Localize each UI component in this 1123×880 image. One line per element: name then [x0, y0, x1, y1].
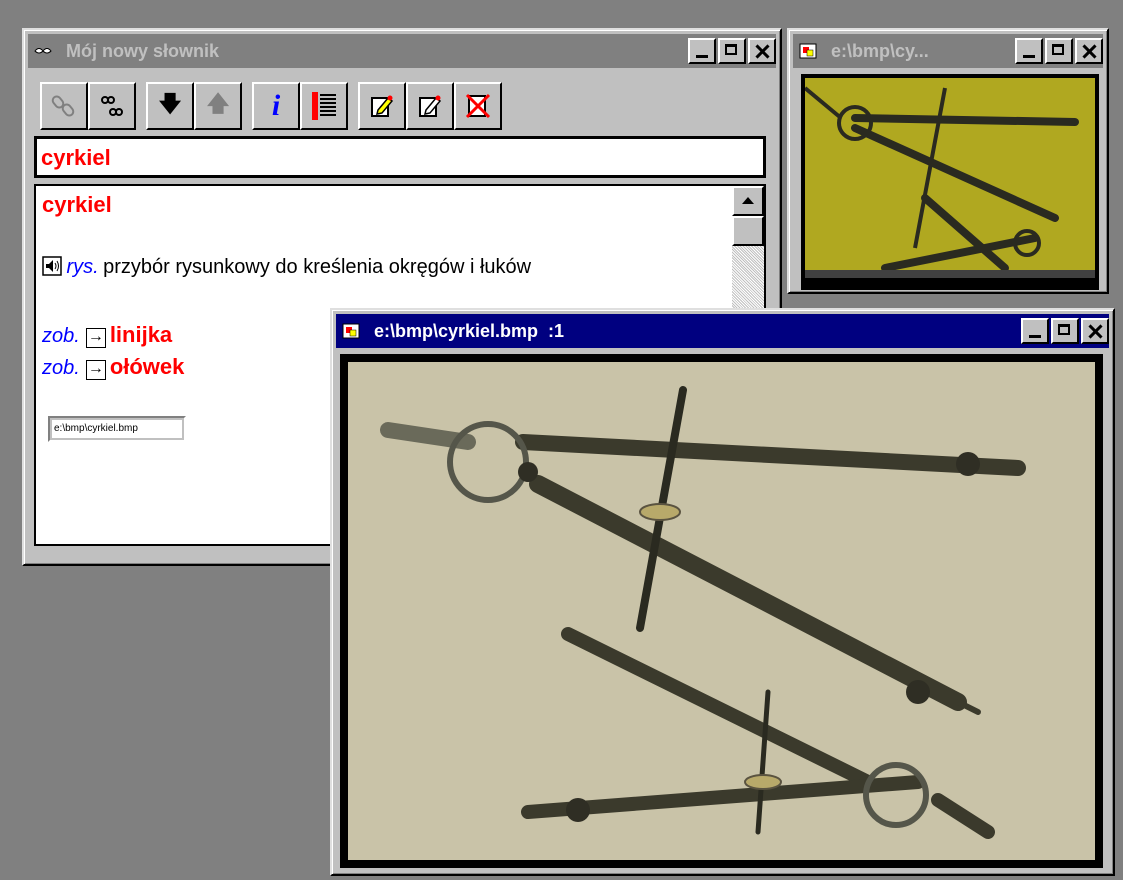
- list-button[interactable]: [300, 82, 348, 130]
- search-input[interactable]: cyrkiel: [34, 136, 766, 178]
- delete-button[interactable]: [454, 82, 502, 130]
- link-arrow-icon[interactable]: →: [85, 327, 106, 348]
- dictionary-toolbar: 🡇 🡅 i: [40, 80, 502, 132]
- next-entry-button[interactable]: 🡇: [146, 82, 194, 130]
- maximize-button[interactable]: [1051, 318, 1079, 344]
- maximize-button[interactable]: [1045, 38, 1073, 64]
- edit-new-icon: [419, 95, 442, 117]
- delete-icon: [465, 93, 491, 119]
- minimize-button[interactable]: [1021, 318, 1049, 344]
- compass-photo: [348, 362, 1095, 860]
- definition-text: przybór rysunkowy do kreślenia okręgów i…: [103, 256, 532, 278]
- link-arrow-icon[interactable]: →: [85, 359, 106, 380]
- thumbnail-image: [801, 74, 1099, 290]
- list-icon: [312, 92, 336, 120]
- bitmap-icon: [799, 43, 817, 59]
- info-icon: i: [271, 89, 281, 122]
- book-icon: [34, 48, 52, 54]
- ref-link-linijka[interactable]: linijka: [110, 322, 172, 347]
- image-titlebar[interactable]: e:\bmp\cyrkiel.bmp :1: [336, 314, 1109, 348]
- thumbnail-title: e:\bmp\cy...: [831, 40, 929, 61]
- entry-headword: cyrkiel: [42, 192, 112, 217]
- close-button[interactable]: [748, 38, 776, 64]
- thumbnail-window: e:\bmp\cy...: [787, 28, 1109, 294]
- dictionary-titlebar[interactable]: Mój nowy słownik: [28, 34, 776, 68]
- previous-entry-button[interactable]: 🡅: [194, 82, 242, 130]
- chain-button[interactable]: [88, 82, 136, 130]
- attachment-label: e:\bmp\cyrkiel.bmp: [52, 420, 182, 438]
- arrow-down-icon: 🡇: [158, 91, 182, 116]
- edit-button[interactable]: [358, 82, 406, 130]
- definition-line: rys. przybór rysunkowy do kreślenia okrę…: [42, 256, 531, 279]
- new-entry-button[interactable]: [406, 82, 454, 130]
- cross-reference-1: zob. → linijka: [42, 322, 173, 348]
- link-icon: [51, 95, 75, 117]
- image-title: e:\bmp\cyrkiel.bmp :1: [374, 320, 565, 341]
- triangle-up-icon: [742, 197, 754, 204]
- attachment-button[interactable]: e:\bmp\cyrkiel.bmp: [48, 416, 186, 442]
- minimize-button[interactable]: [688, 38, 716, 64]
- maximize-button[interactable]: [718, 38, 746, 64]
- ref-link-olowek[interactable]: ołówek: [110, 354, 185, 379]
- chain-icon: [101, 96, 123, 116]
- link-button[interactable]: [40, 82, 88, 130]
- part-of-speech: rys.: [66, 256, 99, 278]
- compass-thumbnail: [803, 78, 1095, 278]
- info-button[interactable]: i: [252, 82, 300, 130]
- thumbnail-titlebar[interactable]: e:\bmp\cy...: [793, 34, 1103, 68]
- minimize-button[interactable]: [1015, 38, 1043, 64]
- close-button[interactable]: [1075, 38, 1103, 64]
- close-button[interactable]: [1081, 318, 1109, 344]
- dictionary-title: Mój nowy słownik: [66, 40, 220, 61]
- scroll-thumb[interactable]: [732, 216, 764, 246]
- bitmap-icon: [342, 323, 360, 339]
- cross-reference-2: zob. → ołówek: [42, 354, 185, 380]
- image-window: e:\bmp\cyrkiel.bmp :1: [330, 308, 1115, 876]
- edit-icon: [371, 95, 394, 117]
- scroll-up-button[interactable]: [732, 186, 764, 216]
- arrow-up-icon: 🡅: [206, 91, 230, 116]
- main-image: [340, 354, 1103, 868]
- speaker-icon[interactable]: [42, 256, 62, 276]
